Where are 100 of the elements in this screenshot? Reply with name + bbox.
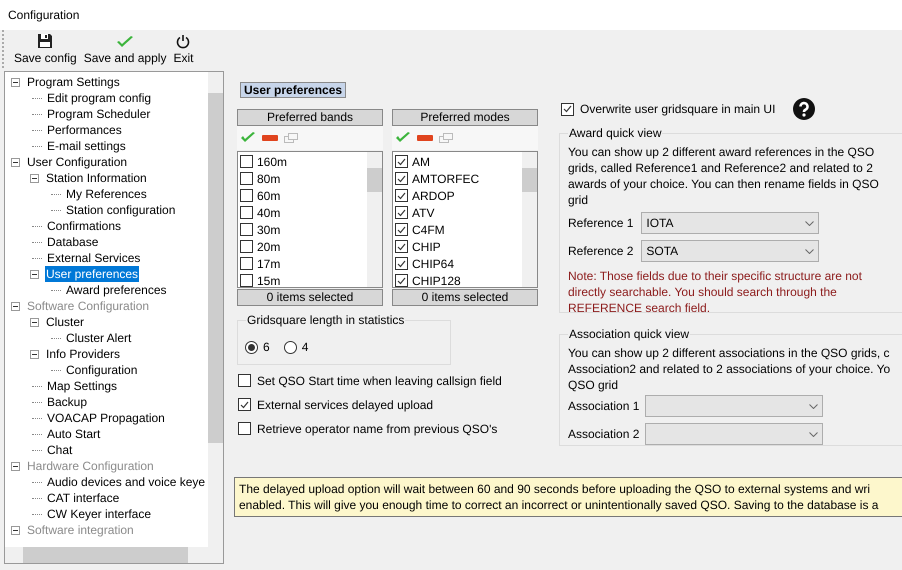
checkbox[interactable] <box>395 189 408 202</box>
checkbox-label: External services delayed upload <box>257 396 434 414</box>
checkbox[interactable] <box>240 206 253 219</box>
scrollbar[interactable] <box>5 547 223 563</box>
collapse-icon[interactable] <box>11 158 20 166</box>
checkmark-icon[interactable] <box>395 132 411 144</box>
toolbar-button[interactable]: Exit <box>173 34 194 65</box>
tree-item[interactable]: Program Scheduler <box>46 106 152 122</box>
dropdown[interactable]: IOTA <box>641 212 820 234</box>
checkbox[interactable] <box>240 155 253 168</box>
note-text: directly searchable. You should search through the <box>568 284 838 300</box>
list-item-label: CHIP <box>412 238 441 256</box>
radio-button[interactable] <box>245 340 258 354</box>
tree-item[interactable]: Chat <box>46 442 74 458</box>
tree-item[interactable]: CW Keyer interface <box>46 506 152 522</box>
scrollbar[interactable] <box>522 152 537 287</box>
checkbox[interactable] <box>395 155 408 168</box>
field-label: Association 2 <box>568 426 637 443</box>
checkmark-icon[interactable] <box>240 132 256 144</box>
collapse-icon[interactable] <box>30 270 39 278</box>
checkbox[interactable] <box>240 223 253 236</box>
list-footer: 0 items selected <box>237 289 383 306</box>
list-item-label: 60m <box>257 188 280 204</box>
collapse-icon[interactable] <box>11 462 20 470</box>
dropdown[interactable]: SOTA <box>641 240 820 262</box>
list-item-label: 15m <box>257 272 280 290</box>
description-text: grid <box>568 192 590 208</box>
tree-item[interactable]: Confirmations <box>46 218 122 234</box>
description-text: You can show up 2 different associations in the QSO grids, c <box>568 345 891 361</box>
checkbox[interactable] <box>395 274 408 287</box>
collapse-icon[interactable] <box>30 318 39 326</box>
note-text: Note: Those fields due to their specific structure are not <box>568 268 863 284</box>
field-label: Reference 1 <box>568 215 634 232</box>
checkbox[interactable] <box>395 257 408 270</box>
checkbox-label: Set QSO Start time when leaving callsign field <box>257 372 502 390</box>
list-item-label: 160m <box>257 154 288 170</box>
tree-item[interactable]: Cluster Alert <box>65 330 132 346</box>
checkbox[interactable] <box>238 398 251 411</box>
list-item-label: AM <box>412 154 430 170</box>
toolbar-button[interactable]: Save and apply <box>84 35 166 65</box>
list-item-label: CHIP128 <box>412 272 461 290</box>
checkbox[interactable] <box>395 223 408 236</box>
tree-item[interactable]: Performances <box>46 122 123 138</box>
checkbox[interactable] <box>240 189 253 202</box>
collapse-icon[interactable] <box>30 350 39 358</box>
power-icon <box>176 34 190 49</box>
toolbar-button[interactable]: Save config <box>14 33 77 65</box>
tree-item[interactable]: Station Information <box>45 170 148 186</box>
checkbox[interactable] <box>240 257 253 270</box>
tree-item[interactable]: Station configuration <box>65 202 176 218</box>
checkbox[interactable] <box>561 102 574 116</box>
tree-item[interactable]: Audio devices and voice keye <box>46 474 206 490</box>
tree-item[interactable]: Program Settings <box>26 74 121 90</box>
tree-item[interactable]: Map Settings <box>46 378 118 394</box>
chevron-down-icon <box>805 220 814 226</box>
scrollbar[interactable] <box>208 72 223 547</box>
collapse-icon[interactable] <box>30 174 39 182</box>
collapse-icon[interactable] <box>11 78 20 86</box>
tree-item[interactable]: User preferences <box>45 266 140 282</box>
section-title: User preferences <box>240 82 346 98</box>
tree-item[interactable]: My References <box>65 186 148 202</box>
tree-item[interactable]: Info Providers <box>45 346 122 362</box>
tree-item[interactable]: Award preferences <box>65 282 168 298</box>
radio-label: 6 <box>263 339 270 356</box>
tree-item[interactable]: Configuration <box>65 362 138 378</box>
checkbox[interactable] <box>240 274 253 287</box>
group-title: Association quick view <box>568 327 690 341</box>
group-title: Gridsquare length in statistics <box>246 313 406 327</box>
description-text: grids, called Reference1 and Reference2 and related to 2 <box>568 160 874 176</box>
tree-item[interactable]: Auto Start <box>46 426 102 442</box>
tree-item[interactable]: Cluster <box>45 314 86 330</box>
checkbox[interactable] <box>395 206 408 219</box>
collapse-icon[interactable] <box>11 302 20 310</box>
tree-item[interactable]: User Configuration <box>26 154 128 170</box>
tree-item[interactable]: E-mail settings <box>46 138 127 154</box>
description-text: You can show up 2 different award references in the QSO <box>568 144 876 160</box>
radio-button[interactable] <box>284 340 297 354</box>
tree-item[interactable]: VOACAP Propagation <box>46 410 166 426</box>
tree-item[interactable]: Backup <box>46 394 88 410</box>
help-icon[interactable] <box>793 98 816 120</box>
checkbox[interactable] <box>240 240 253 253</box>
checkbox[interactable] <box>395 240 408 253</box>
tree-item[interactable]: CAT interface <box>46 490 120 506</box>
description-text: QSO grid <box>568 377 620 393</box>
tree-item[interactable]: Database <box>46 234 100 250</box>
checkbox[interactable] <box>240 172 253 185</box>
tree-item[interactable]: Edit program config <box>46 90 152 106</box>
checkbox[interactable] <box>238 374 251 387</box>
scrollbar[interactable] <box>367 152 382 287</box>
list-item-label: AMTORFEC <box>412 170 480 188</box>
description-text: awards of your choice. You can then rename fields in QSO <box>568 176 880 192</box>
checkbox[interactable] <box>238 422 251 435</box>
tree-item[interactable]: External Services <box>46 250 142 266</box>
checkbox[interactable] <box>395 172 408 185</box>
info-text: enabled. This will give you enough time to correct an incorrect or unintentionally saved QSO. Saving to the database is a <box>239 497 880 513</box>
list-item-label: 17m <box>257 256 280 272</box>
collapse-icon[interactable] <box>11 526 20 534</box>
note-text: REFERENCE search field. <box>568 300 712 316</box>
list-item-label: 30m <box>257 222 280 238</box>
list-header: Preferred bands <box>237 109 383 126</box>
